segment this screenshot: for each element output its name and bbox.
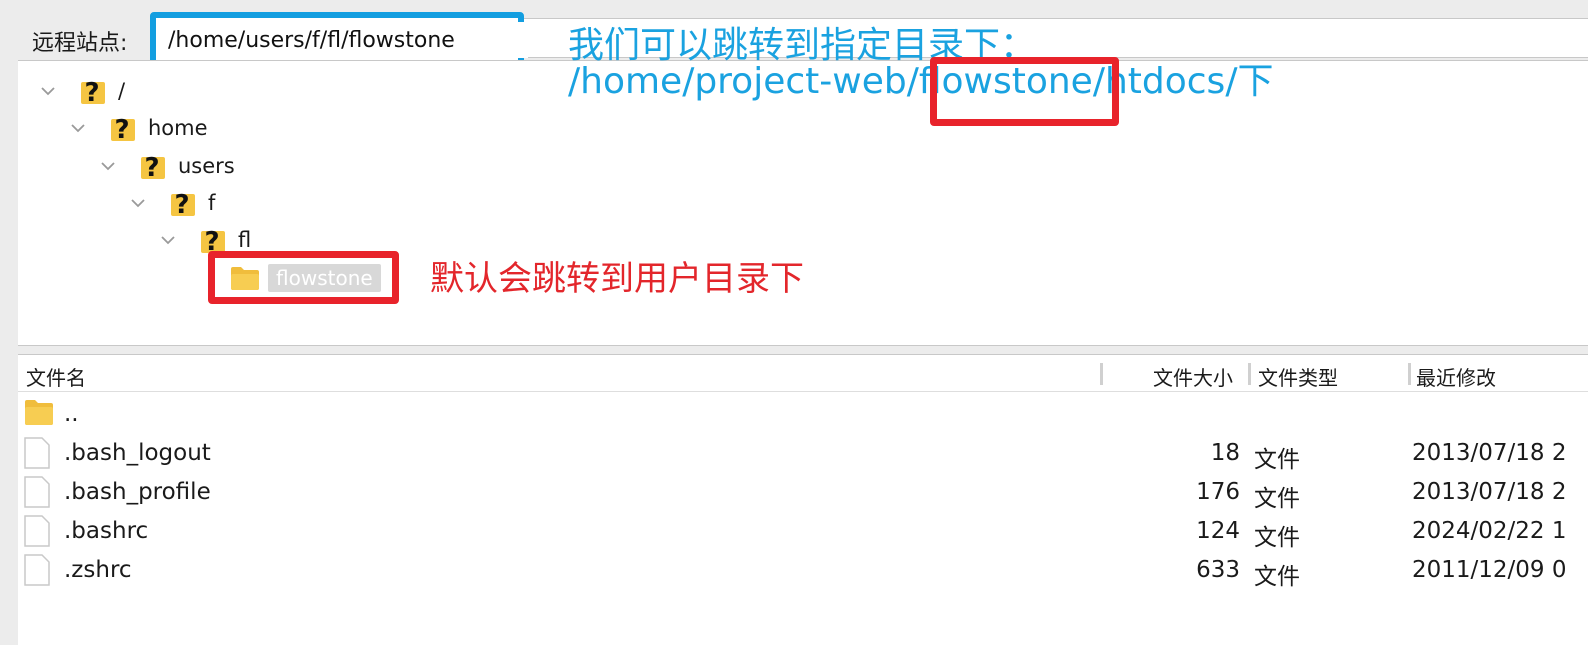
chevron-down-icon[interactable]	[160, 232, 176, 248]
file-modified: 2011/12/09 0	[1412, 557, 1567, 583]
file-modified: 2013/07/18 2	[1412, 479, 1567, 505]
unknown-folder-icon: ?	[168, 188, 196, 220]
svg-text:?: ?	[144, 153, 159, 181]
tree-node-users[interactable]: ? users	[100, 148, 235, 184]
column-header-modified[interactable]: 最近修改	[1416, 362, 1496, 391]
file-icon	[24, 437, 50, 473]
tree-node-label: /	[118, 79, 126, 103]
tree-node-label: home	[148, 116, 208, 140]
file-icon	[24, 554, 50, 590]
chevron-down-icon[interactable]	[130, 195, 146, 211]
svg-text:?: ?	[174, 190, 189, 218]
file-name: .bash_logout	[64, 440, 211, 466]
file-row[interactable]: .bashrc 124 文件 2024/02/22 1	[18, 512, 1588, 551]
file-type: 文件	[1254, 447, 1300, 473]
tree-node-root[interactable]: ? /	[40, 73, 125, 109]
file-name: ..	[64, 401, 79, 427]
chevron-down-icon[interactable]	[100, 158, 116, 174]
column-header-name[interactable]: 文件名	[26, 362, 86, 391]
file-name: .zshrc	[64, 557, 132, 583]
file-type: 文件	[1254, 564, 1300, 590]
remote-site-label: 远程站点:	[32, 31, 128, 56]
file-row[interactable]: .zshrc 633 文件 2011/12/09 0	[18, 551, 1588, 590]
tree-node-label: f	[208, 191, 216, 215]
file-modified: 2024/02/22 1	[1412, 518, 1567, 544]
file-size: 176	[1196, 479, 1240, 505]
annotation-red-note: 默认会跳转到用户目录下	[430, 259, 804, 299]
file-list-header: 文件名 文件大小 文件类型 最近修改	[18, 355, 1588, 392]
file-name: .bashrc	[64, 518, 149, 544]
folder-icon	[24, 398, 54, 430]
svg-text:?: ?	[114, 115, 129, 143]
column-separator[interactable]	[1408, 363, 1411, 385]
file-type: 文件	[1254, 525, 1300, 551]
unknown-folder-icon: ?	[138, 151, 166, 183]
column-separator[interactable]	[1100, 363, 1103, 385]
annotation-red-box-flowstone	[930, 57, 1119, 126]
tree-node-home[interactable]: ? home	[70, 110, 208, 146]
chevron-down-icon[interactable]	[70, 120, 86, 136]
tree-node-label: users	[178, 154, 235, 178]
annotation-blue-line2: /home/project-web/flowstone/htdocs/下	[568, 61, 1274, 102]
unknown-folder-icon: ?	[108, 113, 136, 145]
file-modified: 2013/07/18 2	[1412, 440, 1567, 466]
file-type: 文件	[1254, 486, 1300, 512]
tree-node-label: fl	[238, 228, 252, 252]
column-separator[interactable]	[1248, 363, 1251, 385]
file-icon	[24, 515, 50, 551]
column-header-size[interactable]: 文件大小	[1153, 362, 1233, 391]
file-row[interactable]: .bash_logout 18 文件 2013/07/18 2	[18, 434, 1588, 473]
column-header-type[interactable]: 文件类型	[1258, 362, 1338, 391]
unknown-folder-icon: ?	[78, 76, 106, 108]
file-icon	[24, 476, 50, 512]
remote-file-list: 文件名 文件大小 文件类型 最近修改 .. .bash_logout 18 文件…	[18, 354, 1588, 645]
file-size: 124	[1196, 518, 1240, 544]
svg-text:?: ?	[84, 78, 99, 106]
file-size: 633	[1196, 557, 1240, 583]
chevron-down-icon[interactable]	[40, 83, 56, 99]
annotation-red-box-tree	[208, 251, 399, 304]
tree-node-f[interactable]: ? f	[130, 185, 215, 221]
file-size: 18	[1210, 440, 1240, 466]
file-name: .bash_profile	[64, 479, 211, 505]
file-row-parent[interactable]: ..	[18, 395, 1588, 434]
file-row[interactable]: .bash_profile 176 文件 2013/07/18 2	[18, 473, 1588, 512]
remote-path-input[interactable]	[160, 22, 528, 58]
